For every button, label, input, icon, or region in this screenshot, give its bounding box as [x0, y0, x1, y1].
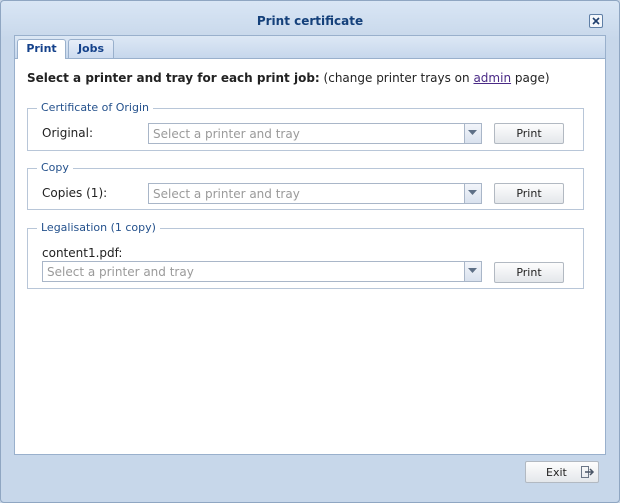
chevron-down-icon	[468, 130, 477, 135]
tab-jobs[interactable]: Jobs	[68, 39, 114, 58]
printer-tray-select[interactable]: Select a printer and tray	[148, 183, 482, 204]
exit-arrow-icon	[581, 466, 595, 478]
select-placeholder: Select a printer and tray	[153, 187, 300, 201]
instructions-post-link: page)	[511, 71, 550, 85]
admin-link[interactable]: admin	[473, 71, 511, 85]
chevron-down-icon	[468, 190, 477, 195]
row-label: content1.pdf:	[42, 246, 123, 260]
row-label: Original:	[42, 126, 93, 140]
title-bar[interactable]: Print certificate	[1, 1, 619, 33]
select-placeholder: Select a printer and tray	[153, 127, 300, 141]
section-legalisation: Legalisation (1 copy) content1.pdf: Sele…	[27, 221, 584, 289]
print-button[interactable]: Print	[494, 262, 564, 283]
instructions: Select a printer and tray for each print…	[27, 71, 550, 85]
print-button[interactable]: Print	[494, 183, 564, 204]
instructions-pre-link: (change printer trays on	[319, 71, 474, 85]
instructions-bold: Select a printer and tray for each print…	[27, 71, 320, 85]
dialog-title: Print certificate	[256, 14, 364, 28]
section-legend: Certificate of Origin	[37, 101, 153, 114]
tab-bar: Print Jobs	[15, 36, 605, 59]
section-legend: Legalisation (1 copy)	[37, 221, 160, 234]
close-icon	[592, 17, 600, 25]
section-copy: Copy Copies (1): Select a printer and tr…	[27, 161, 584, 210]
section-legend: Copy	[37, 161, 73, 174]
chevron-down-icon	[468, 268, 477, 273]
exit-button[interactable]: Exit	[525, 461, 599, 483]
section-certificate-of-origin: Certificate of Origin Original: Select a…	[27, 101, 584, 151]
select-placeholder: Select a printer and tray	[47, 265, 194, 279]
tab-panel: Print Jobs Select a printer and tray for…	[14, 35, 606, 455]
print-certificate-dialog: Print certificate Print Jobs Select a pr…	[0, 0, 620, 503]
printer-tray-select[interactable]: Select a printer and tray	[148, 123, 482, 144]
tab-print[interactable]: Print	[17, 39, 66, 59]
dropdown-trigger[interactable]	[464, 184, 481, 203]
printer-tray-select[interactable]: Select a printer and tray	[42, 261, 482, 282]
dropdown-trigger[interactable]	[464, 262, 481, 281]
close-button[interactable]	[589, 14, 603, 28]
dropdown-trigger[interactable]	[464, 124, 481, 143]
row-label: Copies (1):	[42, 186, 108, 200]
print-button[interactable]: Print	[494, 123, 564, 144]
exit-label: Exit	[546, 466, 567, 479]
